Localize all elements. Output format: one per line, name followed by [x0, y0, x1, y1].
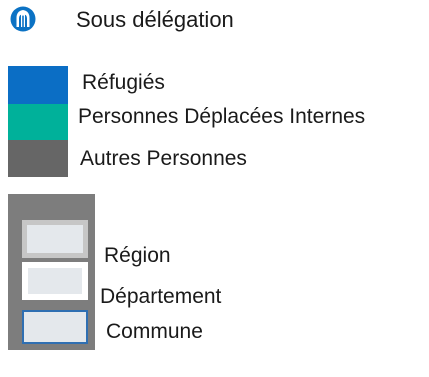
admin-boundaries-panel [8, 194, 95, 350]
other-persons-color-swatch [8, 140, 68, 177]
sub-delegation-label: Sous délégation [76, 7, 234, 32]
region-boundary-swatch [22, 220, 88, 258]
map-legend: Sous délégation Réfugiés Personnes Dépla… [0, 0, 429, 377]
refugees-label: Réfugiés [82, 71, 165, 94]
department-boundary-swatch [22, 262, 88, 300]
idp-label: Personnes Déplacées Internes [78, 105, 366, 128]
other-persons-label: Autres Personnes [80, 147, 247, 170]
refugees-color-swatch [8, 66, 68, 104]
sub-delegation-office-icon [10, 6, 36, 32]
department-label: Département [100, 285, 222, 308]
idp-color-swatch [8, 104, 68, 140]
commune-boundary-swatch [22, 310, 88, 344]
commune-label: Commune [106, 320, 203, 343]
region-label: Région [104, 244, 171, 267]
